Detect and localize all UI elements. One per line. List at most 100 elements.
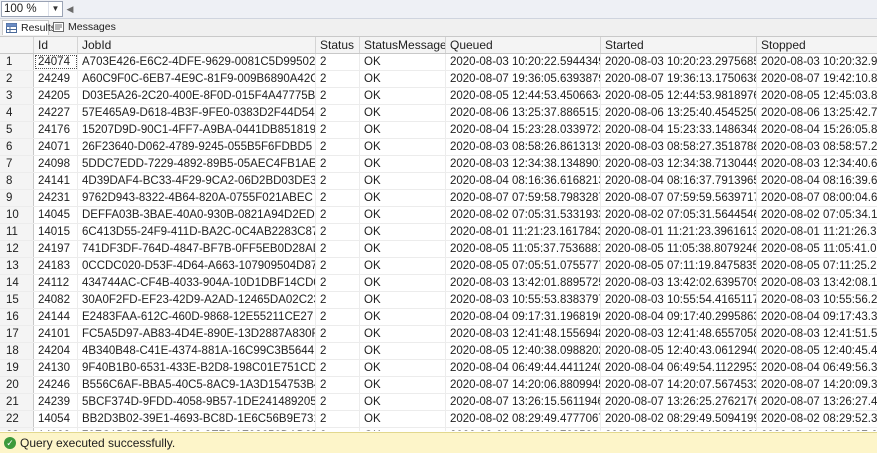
- cell-row-number[interactable]: 3: [0, 88, 34, 104]
- cell-job-id[interactable]: 26F23640-D062-4789-9245-055B5F6FDBD5: [78, 139, 316, 155]
- cell-status-message[interactable]: OK: [360, 326, 446, 342]
- table-row[interactable]: 1 24074 A703E426-E6C2-4DFE-9629-0081C5D995…: [0, 54, 877, 71]
- cell-queued[interactable]: 2020-08-05 12:44:53.4506634: [446, 88, 601, 104]
- cell-stopped[interactable]: 2020-08-06 13:25:42.75: [757, 105, 877, 121]
- cell-queued[interactable]: 2020-08-02 07:05:31.5331933: [446, 207, 601, 223]
- cell-job-id[interactable]: 57E465A9-D618-4B3F-9FE0-0383D2F44D54: [78, 105, 316, 121]
- cell-queued[interactable]: 2020-08-04 08:16:36.6168213: [446, 173, 601, 189]
- cell-status-message[interactable]: OK: [360, 54, 446, 70]
- cell-queued[interactable]: 2020-08-03 08:58:26.8613135: [446, 139, 601, 155]
- cell-started[interactable]: 2020-08-07 13:26:25.2762176: [601, 394, 757, 410]
- table-row[interactable]: 13 24183 0CCDC020-D53F-4D64-A663-107909504…: [0, 258, 877, 275]
- cell-job-id[interactable]: 4D39DAF4-BC33-4F29-9CA2-06D2BD03DE39: [78, 173, 316, 189]
- cell-id[interactable]: 24141: [34, 173, 78, 189]
- cell-status-message[interactable]: OK: [360, 428, 446, 431]
- cell-id[interactable]: 24246: [34, 377, 78, 393]
- cell-started[interactable]: 2020-08-07 14:20:07.5674533: [601, 377, 757, 393]
- cell-stopped[interactable]: 2020-08-03 08:58:57.26: [757, 139, 877, 155]
- cell-stopped[interactable]: 2020-08-01 11:21:26.31: [757, 224, 877, 240]
- table-row[interactable]: 16 24144 E2483FAA-612C-460D-9868-12E55211C…: [0, 309, 877, 326]
- cell-status[interactable]: 2: [316, 224, 360, 240]
- cell-id[interactable]: 14022: [34, 428, 78, 431]
- cell-stopped[interactable]: 2020-08-03 10:55:56.26: [757, 292, 877, 308]
- cell-stopped[interactable]: 2020-08-04 06:49:56.34: [757, 360, 877, 376]
- cell-status-message[interactable]: OK: [360, 343, 446, 359]
- cell-id[interactable]: 24176: [34, 122, 78, 138]
- cell-started[interactable]: 2020-08-01 12:46:04.8291863: [601, 428, 757, 431]
- cell-job-id[interactable]: FC5A5D97-AB83-4D4E-890E-13D2887A830F: [78, 326, 316, 342]
- cell-row-number[interactable]: 9: [0, 190, 34, 206]
- table-row[interactable]: 22 14054 BB2D3B02-39E1-4693-BC8D-1E6C56B9E…: [0, 411, 877, 428]
- cell-id[interactable]: 24082: [34, 292, 78, 308]
- cell-job-id[interactable]: E2483FAA-612C-460D-9868-12E55211CE27: [78, 309, 316, 325]
- cell-status-message[interactable]: OK: [360, 173, 446, 189]
- cell-started[interactable]: 2020-08-04 15:23:33.1486348: [601, 122, 757, 138]
- cell-status-message[interactable]: OK: [360, 275, 446, 291]
- cell-job-id[interactable]: BB2D3B02-39E1-4693-BC8D-1E6C56B9E731: [78, 411, 316, 427]
- cell-row-number[interactable]: 17: [0, 326, 34, 342]
- cell-status-message[interactable]: OK: [360, 88, 446, 104]
- cell-stopped[interactable]: 2020-08-01 12:46:07.60: [757, 428, 877, 431]
- table-row[interactable]: 17 24101 FC5A5D97-AB83-4D4E-890E-13D2887A8…: [0, 326, 877, 343]
- cell-id[interactable]: 24204: [34, 343, 78, 359]
- cell-id[interactable]: 24112: [34, 275, 78, 291]
- cell-queued[interactable]: 2020-08-05 07:05:51.0755777: [446, 258, 601, 274]
- cell-started[interactable]: 2020-08-04 08:16:37.7913965: [601, 173, 757, 189]
- cell-status-message[interactable]: OK: [360, 71, 446, 87]
- scroll-left-icon[interactable]: ◀: [64, 2, 76, 16]
- cell-stopped[interactable]: 2020-08-02 07:05:34.17: [757, 207, 877, 223]
- cell-job-id[interactable]: 9F40B1B0-6531-433E-B2D8-198C01E751CD: [78, 360, 316, 376]
- cell-queued[interactable]: 2020-08-06 13:25:37.8865151: [446, 105, 601, 121]
- cell-started[interactable]: 2020-08-03 10:55:54.4165117: [601, 292, 757, 308]
- cell-id[interactable]: 14045: [34, 207, 78, 223]
- cell-queued[interactable]: 2020-08-07 14:20:06.8809945: [446, 377, 601, 393]
- cell-started[interactable]: 2020-08-03 08:58:27.3518788: [601, 139, 757, 155]
- table-row[interactable]: 4 24227 57E465A9-D618-4B3F-9FE0-0383D2F44D…: [0, 105, 877, 122]
- cell-status-message[interactable]: OK: [360, 309, 446, 325]
- zoom-dropdown[interactable]: 100 % ▼: [1, 1, 63, 17]
- column-header-started[interactable]: Started: [601, 37, 757, 53]
- cell-job-id[interactable]: 15207D9D-90C1-4FF7-A9BA-0441DB851819: [78, 122, 316, 138]
- cell-started[interactable]: 2020-08-07 19:36:13.1750638: [601, 71, 757, 87]
- cell-queued[interactable]: 2020-08-05 11:05:37.7536881: [446, 241, 601, 257]
- cell-queued[interactable]: 2020-08-01 12:46:04.7835231: [446, 428, 601, 431]
- cell-status[interactable]: 2: [316, 207, 360, 223]
- tab-results[interactable]: Results: [2, 20, 56, 35]
- cell-status-message[interactable]: OK: [360, 105, 446, 121]
- cell-status[interactable]: 2: [316, 54, 360, 70]
- table-row[interactable]: 21 24239 5BCF374D-9FDD-4058-9B57-1DE241489…: [0, 394, 877, 411]
- cell-row-number[interactable]: 8: [0, 173, 34, 189]
- cell-job-id[interactable]: 741DF3DF-764D-4847-BF7B-0FF5EB0D28AD: [78, 241, 316, 257]
- cell-job-id[interactable]: 6C413D55-24F9-411D-BA2C-0C4AB2283C87: [78, 224, 316, 240]
- cell-job-id[interactable]: 434744AC-CF4B-4033-904A-10D1DBF14CD0: [78, 275, 316, 291]
- cell-row-number[interactable]: 18: [0, 343, 34, 359]
- cell-status[interactable]: 2: [316, 309, 360, 325]
- cell-stopped[interactable]: 2020-08-07 13:26:27.49: [757, 394, 877, 410]
- cell-started[interactable]: 2020-08-03 10:20:23.2975685: [601, 54, 757, 70]
- cell-id[interactable]: 24130: [34, 360, 78, 376]
- cell-stopped[interactable]: 2020-08-02 08:29:52.33: [757, 411, 877, 427]
- cell-status[interactable]: 2: [316, 173, 360, 189]
- cell-job-id[interactable]: 70FC1D65-5BE2-4C22-8E72-1F93656DAD9B: [78, 428, 316, 431]
- cell-job-id[interactable]: 5BCF374D-9FDD-4058-9B57-1DE241489205: [78, 394, 316, 410]
- cell-id[interactable]: 24074: [34, 54, 78, 70]
- table-row[interactable]: 8 24141 4D39DAF4-BC33-4F29-9CA2-06D2BD03DE…: [0, 173, 877, 190]
- column-header-status-message[interactable]: StatusMessage: [360, 37, 446, 53]
- cell-id[interactable]: 14015: [34, 224, 78, 240]
- cell-queued[interactable]: 2020-08-03 12:41:48.1556948: [446, 326, 601, 342]
- cell-stopped[interactable]: 2020-08-03 12:34:40.68: [757, 156, 877, 172]
- cell-id[interactable]: 24249: [34, 71, 78, 87]
- cell-row-number[interactable]: 11: [0, 224, 34, 240]
- column-header-status[interactable]: Status: [316, 37, 360, 53]
- cell-started[interactable]: 2020-08-04 06:49:54.1122953: [601, 360, 757, 376]
- cell-row-number[interactable]: 14: [0, 275, 34, 291]
- cell-started[interactable]: 2020-08-03 13:42:02.6395709: [601, 275, 757, 291]
- cell-status-message[interactable]: OK: [360, 258, 446, 274]
- cell-stopped[interactable]: 2020-08-07 08:00:04.64: [757, 190, 877, 206]
- cell-stopped[interactable]: 2020-08-03 10:20:32.922: [757, 54, 877, 70]
- cell-row-number[interactable]: 6: [0, 139, 34, 155]
- cell-queued[interactable]: 2020-08-07 19:36:05.6393879: [446, 71, 601, 87]
- cell-job-id[interactable]: 5DDC7EDD-7229-4892-89B5-05AEC4FB1AEC: [78, 156, 316, 172]
- cell-started[interactable]: 2020-08-06 13:25:40.4545250: [601, 105, 757, 121]
- cell-started[interactable]: 2020-08-05 12:44:53.9818976: [601, 88, 757, 104]
